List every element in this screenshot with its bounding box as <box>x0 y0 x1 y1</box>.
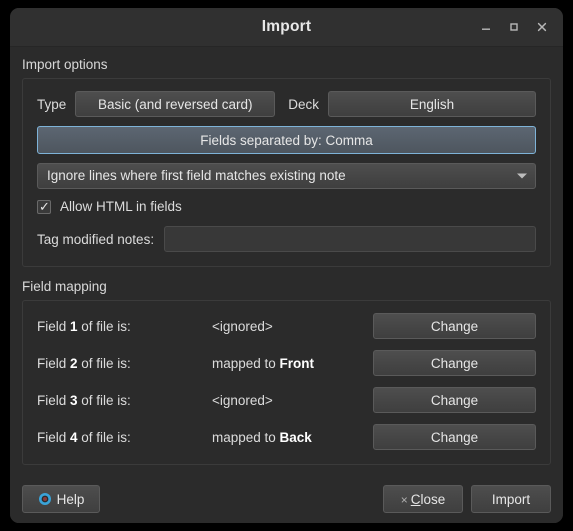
tag-input[interactable] <box>164 226 536 252</box>
deck-button[interactable]: English <box>328 91 536 117</box>
note-type-button[interactable]: Basic (and reversed card) <box>75 91 276 117</box>
field-label-1: Field 1 of file is: <box>37 318 131 334</box>
help-button-label: Help <box>56 491 85 507</box>
tag-label: Tag modified notes: <box>37 231 155 247</box>
close-button[interactable]: × Close <box>383 485 463 513</box>
import-options-title: Import options <box>22 57 108 72</box>
tag-row: Tag modified notes: <box>37 226 536 252</box>
close-x-icon: × <box>400 493 408 507</box>
field-mapping-title: Field mapping <box>22 279 107 294</box>
help-button[interactable]: Help <box>22 485 100 513</box>
dialog-button-bar: Help × Close Import <box>10 477 563 523</box>
table-row: Field 2 of file is: mapped to Front Chan… <box>37 350 536 376</box>
table-row: Field 4 of file is: mapped to Back Chang… <box>37 424 536 450</box>
existing-notes-select[interactable]: Ignore lines where first field matches e… <box>37 163 536 189</box>
import-button[interactable]: Import <box>471 485 551 513</box>
deck-label: Deck <box>288 96 320 112</box>
help-target-icon <box>38 493 51 505</box>
import-options-group: Import options Type Basic (and reversed … <box>22 57 551 267</box>
table-row: Field 3 of file is: <ignored> Change <box>37 387 536 413</box>
field-separator-button[interactable]: Fields separated by: Comma <box>37 126 536 154</box>
existing-notes-value: Ignore lines where first field matches e… <box>47 168 346 183</box>
title-bar: Import <box>10 8 563 47</box>
import-dialog-window: Import Import options Type Basic (and re… <box>10 8 563 523</box>
allow-html-row[interactable]: ✓ Allow HTML in fields <box>37 199 536 214</box>
minimize-icon[interactable] <box>473 14 499 40</box>
field-value-2: mapped to Front <box>212 355 315 371</box>
close-label-rest: lose <box>420 492 446 507</box>
table-row: Field 1 of file is: <ignored> Change <box>37 313 536 339</box>
close-accel: C <box>410 492 421 507</box>
change-button-4[interactable]: Change <box>373 424 536 450</box>
field-label-2: Field 2 of file is: <box>37 355 131 371</box>
window-controls <box>473 8 555 46</box>
checkmark-icon: ✓ <box>39 198 50 214</box>
type-label: Type <box>37 96 67 112</box>
change-button-1[interactable]: Change <box>373 313 536 339</box>
allow-html-label: Allow HTML in fields <box>60 199 182 214</box>
field-mapping-group: Field mapping Field 1 of file is: <ignor… <box>22 279 551 465</box>
field-label-4: Field 4 of file is: <box>37 429 131 445</box>
allow-html-checkbox[interactable]: ✓ <box>37 198 51 214</box>
type-deck-row: Type Basic (and reversed card) Deck Engl… <box>37 91 536 117</box>
dialog-content: Import options Type Basic (and reversed … <box>10 47 563 477</box>
import-options-box: Type Basic (and reversed card) Deck Engl… <box>22 78 551 267</box>
field-label-3: Field 3 of file is: <box>37 392 131 408</box>
field-value-4: mapped to Back <box>212 429 312 445</box>
change-button-2[interactable]: Change <box>373 350 536 376</box>
change-button-3[interactable]: Change <box>373 387 536 413</box>
maximize-icon[interactable] <box>501 14 527 40</box>
field-value-3: <ignored> <box>212 392 273 408</box>
field-value-1: <ignored> <box>212 318 273 334</box>
chevron-down-icon <box>517 173 527 179</box>
field-mapping-box: Field 1 of file is: <ignored> Change Fie… <box>22 300 551 465</box>
close-icon[interactable] <box>529 14 555 40</box>
